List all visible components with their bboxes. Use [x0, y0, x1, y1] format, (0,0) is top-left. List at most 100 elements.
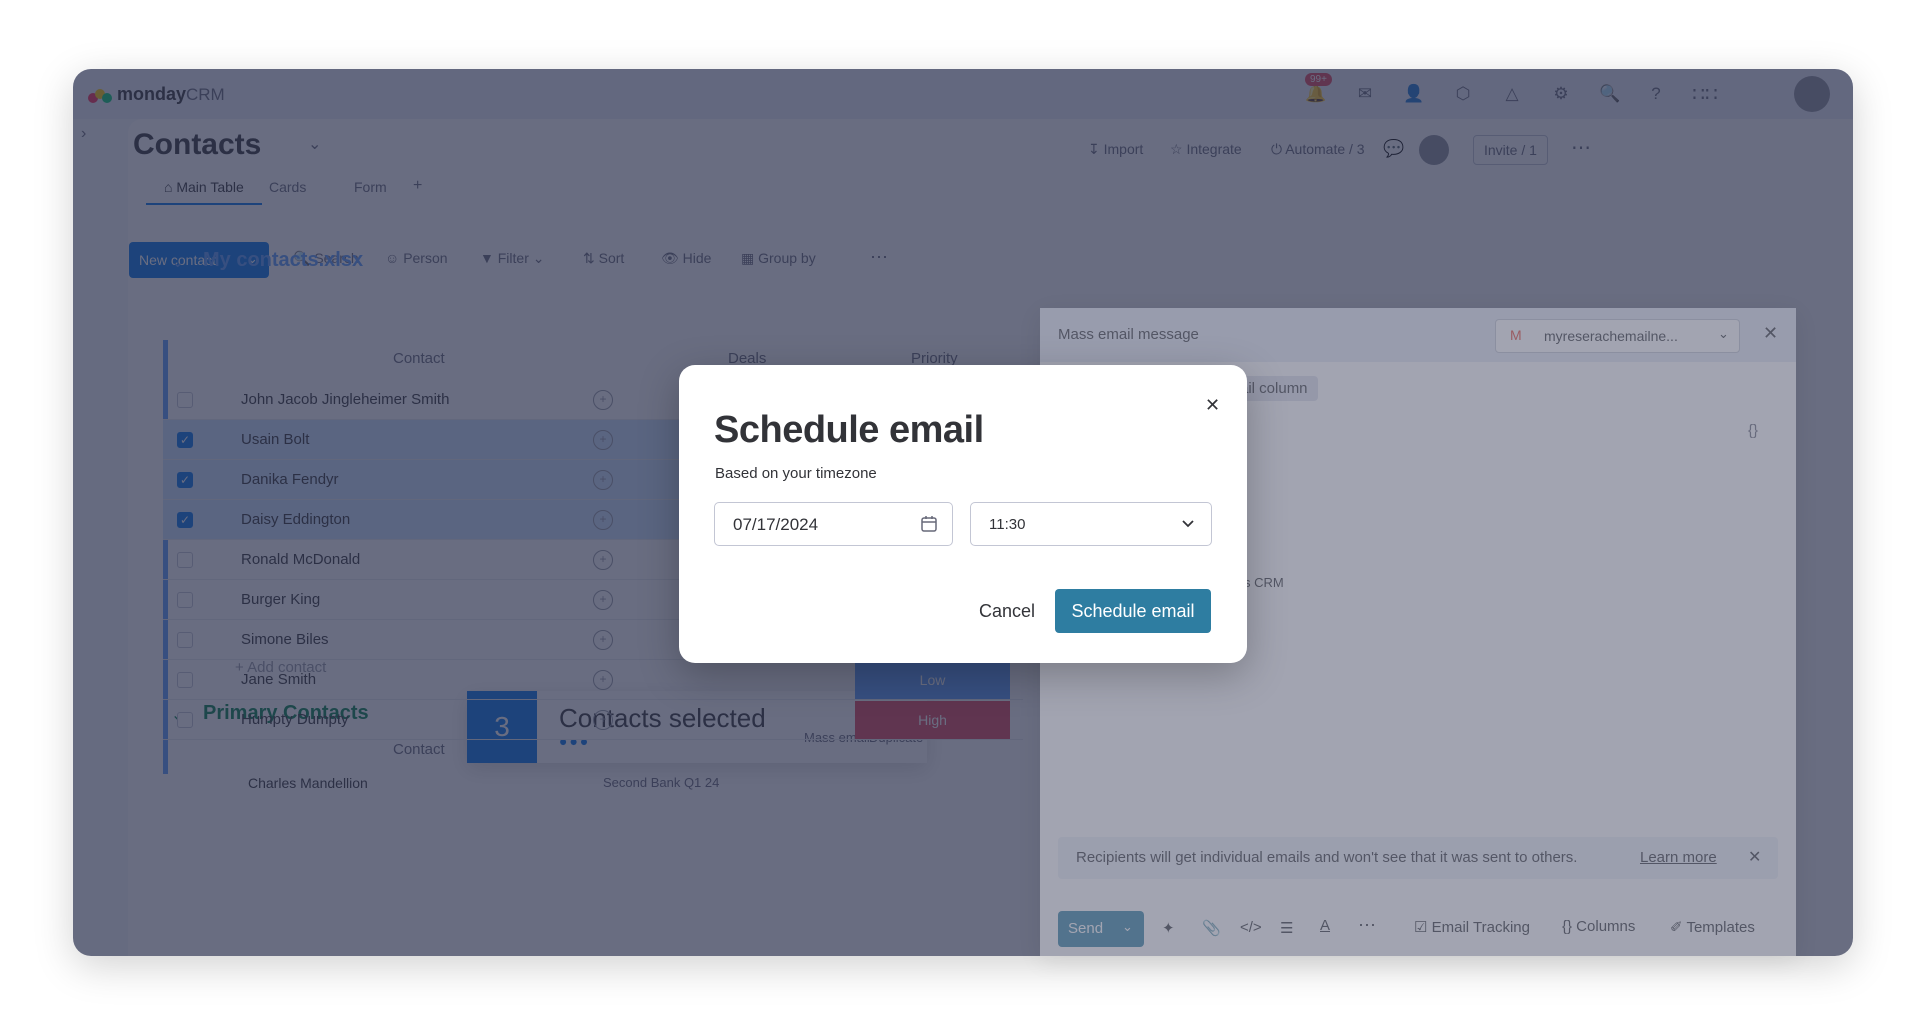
text-color-icon[interactable]: A — [1320, 917, 1330, 934]
chevron-down-icon[interactable]: ⌄ — [171, 252, 184, 272]
filter-button[interactable]: ▼ Filter ⌄ — [480, 250, 545, 267]
schedule-email-dialog: ✕ Schedule email Based on your timezone … — [679, 365, 1247, 663]
templates-button[interactable]: ✐ Templates — [1670, 918, 1755, 936]
person-filter-button[interactable]: ☺ Person — [385, 250, 448, 266]
apps-icon[interactable]: ⬡ — [1452, 83, 1474, 105]
close-icon[interactable]: ✕ — [1205, 395, 1220, 416]
board-more-icon[interactable]: ⋯ — [1571, 135, 1591, 160]
bell-icon[interactable]: 🔔 — [1305, 83, 1327, 105]
dialog-subtitle: Based on your timezone — [715, 465, 877, 482]
dialog-title: Schedule email — [714, 409, 984, 451]
inbox-icon[interactable]: ✉ — [1354, 83, 1376, 105]
add-update-icon[interactable]: + — [593, 470, 613, 490]
row-checkbox[interactable]: ✓ — [177, 472, 193, 488]
app-switcher-icon[interactable]: ∷∷ — [1692, 83, 1717, 106]
add-update-icon[interactable]: + — [593, 510, 613, 530]
integrations-icon[interactable]: △ — [1501, 83, 1523, 105]
cancel-button[interactable]: Cancel — [959, 589, 1055, 633]
group-by-button[interactable]: ▦ Group by — [741, 250, 816, 267]
close-icon[interactable]: ✕ — [1748, 847, 1761, 867]
top-bar: monday CRM 🔔 99+ ✉ 👤 ⬡ △ ⚙ 🔍 ? ∷∷ — [73, 69, 1853, 119]
contact-name[interactable]: John Jacob Jingleheimer Smith — [241, 391, 449, 408]
add-update-icon[interactable]: + — [593, 630, 613, 650]
tab-add[interactable]: + — [413, 177, 422, 195]
row-checkbox[interactable]: ✓ — [177, 432, 193, 448]
search-icon[interactable]: 🔍 — [1599, 83, 1621, 105]
column-header-contact[interactable]: Contact — [393, 741, 445, 758]
mass-email-header: Mass email message M myreserachemailne..… — [1040, 308, 1796, 362]
time-value: 11:30 — [989, 516, 1026, 533]
invite-button[interactable]: Invite / 1 — [1473, 135, 1548, 165]
tab-form[interactable]: Form — [354, 179, 387, 195]
priority-cell[interactable]: Low — [855, 661, 1010, 699]
monday-logo — [87, 82, 113, 106]
contact-name[interactable]: Jane Smith — [241, 671, 316, 688]
time-select[interactable]: 11:30 — [970, 502, 1212, 546]
import-button[interactable]: ↧ Import — [1088, 141, 1143, 158]
add-update-icon[interactable]: + — [593, 670, 613, 690]
sidebar-expand-icon[interactable]: › — [81, 125, 86, 143]
row-checkbox[interactable] — [177, 632, 193, 648]
row-checkbox[interactable] — [177, 712, 193, 728]
send-button[interactable]: Send ⌄ — [1058, 911, 1144, 947]
contact-name[interactable]: Usain Bolt — [241, 431, 309, 448]
contact-name[interactable]: Simone Biles — [241, 631, 329, 648]
date-value: 07/17/2024 — [733, 515, 819, 534]
calendar-icon[interactable] — [920, 515, 938, 538]
add-update-icon[interactable]: + — [593, 550, 613, 570]
tab-cards[interactable]: Cards — [269, 179, 306, 195]
add-update-icon[interactable]: + — [593, 390, 613, 410]
help-icon[interactable]: ? — [1645, 83, 1667, 105]
row-checkbox[interactable] — [177, 592, 193, 608]
view-tabs: ⌂ Main Table Cards Form + — [128, 171, 648, 205]
invite-members-icon[interactable]: 👤 — [1403, 83, 1425, 105]
email-tracking-checkbox[interactable]: ☑ Email Tracking — [1414, 918, 1530, 936]
attachment-icon[interactable]: 📎 — [1202, 919, 1221, 937]
table-row[interactable]: Charles Mandellion — [248, 775, 368, 791]
contact-name[interactable]: Danika Fendyr — [241, 471, 339, 488]
hide-button[interactable]: 👁 Hide — [661, 250, 711, 267]
automate-button[interactable]: ⏻ Automate / 3 — [1271, 141, 1365, 158]
deal-cell[interactable]: Second Bank Q1 24 — [603, 775, 719, 790]
priority-cell[interactable]: High — [855, 701, 1010, 739]
columns-button[interactable]: {} Columns — [1562, 918, 1635, 935]
schedule-email-button[interactable]: Schedule email — [1055, 589, 1211, 633]
chevron-down-icon[interactable]: ⌄ — [308, 134, 321, 154]
tab-main-table[interactable]: ⌂ Main Table — [146, 179, 262, 205]
gmail-icon: M — [1510, 327, 1522, 343]
user-avatar[interactable] — [1794, 76, 1830, 112]
account-select[interactable]: M myreserachemailne... ⌄ — [1495, 319, 1740, 353]
row-checkbox[interactable] — [177, 392, 193, 408]
row-checkbox[interactable] — [177, 552, 193, 568]
monday-mini-logo-icon — [1740, 83, 1762, 105]
add-update-icon[interactable]: + — [593, 590, 613, 610]
contact-name[interactable]: Ronald McDonald — [241, 551, 360, 568]
toolbar-more-icon[interactable]: ⋯ — [870, 247, 888, 268]
date-field[interactable]: 07/17/2024 — [714, 502, 953, 546]
variables-icon[interactable]: {} — [1748, 422, 1758, 439]
close-icon[interactable]: ✕ — [1763, 323, 1778, 344]
learn-more-link[interactable]: Learn more — [1640, 849, 1717, 866]
chevron-down-icon[interactable]: ⌄ — [1122, 919, 1133, 935]
row-checkbox[interactable] — [177, 672, 193, 688]
code-icon[interactable]: </> — [1240, 919, 1262, 936]
add-update-icon[interactable]: + — [593, 430, 613, 450]
list-icon[interactable]: ☰ — [1280, 919, 1293, 937]
row-checkbox[interactable]: ✓ — [177, 512, 193, 528]
integrate-button[interactable]: ☆ Integrate — [1170, 141, 1242, 158]
group-title[interactable]: My contacts.xlsx — [203, 249, 363, 272]
brand-name: monday — [117, 84, 187, 104]
more-options-icon[interactable]: ⋯ — [1358, 915, 1376, 936]
board-owner-avatar[interactable] — [1419, 135, 1449, 165]
updates-icon[interactable]: 💬 — [1383, 139, 1404, 159]
ai-assistant-icon[interactable]: ✦ — [1162, 919, 1175, 937]
add-update-icon[interactable]: + — [593, 710, 613, 730]
body-text[interactable]: s CRM — [1244, 575, 1284, 590]
contact-name[interactable]: Burger King — [241, 591, 320, 608]
board-title[interactable]: Contacts — [133, 128, 261, 162]
settings-icon[interactable]: ⚙ — [1550, 83, 1572, 105]
column-header-contact[interactable]: Contact — [393, 350, 445, 367]
contact-name[interactable]: Humpty Dumpty — [241, 711, 349, 728]
contact-name[interactable]: Daisy Eddington — [241, 511, 350, 528]
sort-button[interactable]: ⇅ Sort — [583, 250, 624, 267]
